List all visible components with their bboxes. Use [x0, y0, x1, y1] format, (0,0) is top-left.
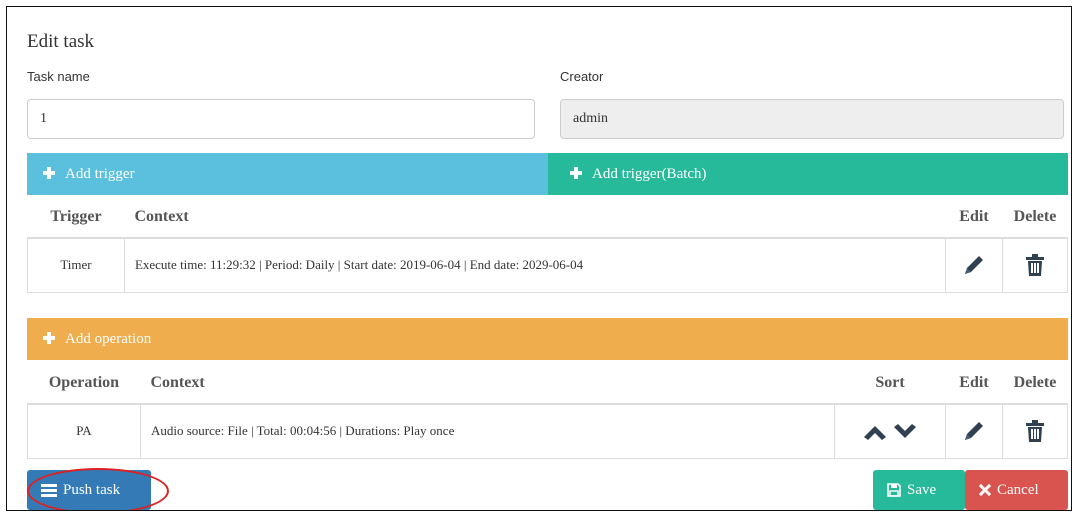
- column-header-context: Context: [124, 196, 946, 239]
- pencil-icon[interactable]: [961, 418, 987, 444]
- column-header-sort: Sort: [834, 362, 946, 405]
- dialog-title: Edit task: [27, 31, 95, 52]
- task-name-label: Task name: [27, 69, 90, 84]
- pencil-icon[interactable]: [961, 252, 987, 278]
- table-row: PA Audio source: File | Total: 00:04:56 …: [27, 403, 1069, 459]
- add-trigger-batch-button[interactable]: Add trigger(Batch): [548, 153, 1068, 195]
- push-task-button[interactable]: Push task: [27, 470, 151, 510]
- add-trigger-button[interactable]: Add trigger: [27, 153, 548, 195]
- column-header-operation: Operation: [27, 362, 141, 405]
- trigger-delete-cell: [1001, 237, 1069, 293]
- column-header-trigger: Trigger: [27, 196, 125, 239]
- trigger-context-cell: Execute time: 11:29:32 | Period: Daily |…: [123, 237, 946, 293]
- chevron-down-icon[interactable]: [892, 418, 918, 444]
- add-operation-button[interactable]: Add operation: [27, 318, 1068, 360]
- edit-task-dialog: Edit task Task name Creator 1 admin Add …: [6, 6, 1072, 511]
- table-row: Timer Execute time: 11:29:32 | Period: D…: [27, 237, 1069, 293]
- push-task-label: Push task: [63, 482, 121, 498]
- add-trigger-batch-label: Add trigger(Batch): [592, 166, 707, 182]
- trigger-table: Trigger Context Edit Delete Timer Execut…: [27, 196, 1069, 293]
- creator-input: admin: [560, 99, 1064, 139]
- column-header-delete: Delete: [1002, 196, 1068, 239]
- column-header-context: Context: [140, 362, 835, 405]
- operation-delete-cell: [1001, 403, 1069, 459]
- trigger-table-header: Trigger Context Edit Delete: [27, 196, 1068, 239]
- column-header-delete: Delete: [1002, 362, 1068, 405]
- close-icon: [978, 483, 992, 496]
- plus-icon: [570, 167, 582, 179]
- operation-table: Operation Context Sort Edit Delete PA Au…: [27, 362, 1069, 459]
- task-name-input[interactable]: 1: [27, 99, 535, 139]
- plus-icon: [43, 332, 55, 344]
- operation-table-header: Operation Context Sort Edit Delete: [27, 362, 1068, 405]
- floppy-icon: [887, 482, 901, 497]
- save-label: Save: [907, 482, 937, 498]
- list-icon: [41, 483, 57, 497]
- column-header-edit: Edit: [945, 196, 1003, 239]
- save-button[interactable]: Save: [873, 470, 965, 510]
- cancel-button[interactable]: Cancel: [965, 470, 1068, 510]
- operation-context-cell: Audio source: File | Total: 00:04:56 | D…: [139, 403, 836, 459]
- operation-edit-cell: [944, 403, 1003, 459]
- plus-icon: [43, 167, 55, 179]
- creator-label: Creator: [560, 69, 604, 84]
- add-operation-label: Add operation: [65, 331, 152, 347]
- operation-type-cell: PA: [27, 403, 141, 459]
- trigger-edit-cell: [944, 237, 1003, 293]
- trash-icon[interactable]: [1022, 418, 1048, 444]
- chevron-up-icon[interactable]: [862, 418, 888, 444]
- cancel-label: Cancel: [997, 482, 1039, 498]
- add-trigger-label: Add trigger: [65, 166, 135, 182]
- column-header-edit: Edit: [945, 362, 1003, 405]
- operation-sort-cell: [834, 403, 946, 459]
- trigger-type-cell: Timer: [27, 237, 125, 293]
- trash-icon[interactable]: [1022, 252, 1048, 278]
